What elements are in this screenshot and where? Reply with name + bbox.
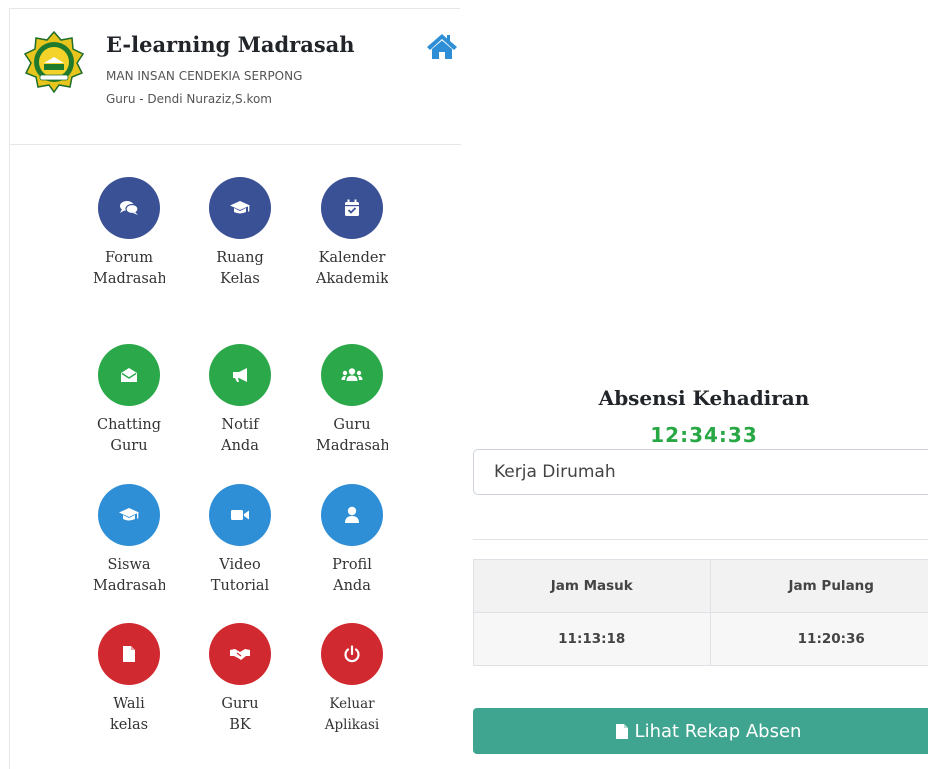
divider xyxy=(473,539,928,540)
header-jam-masuk: Jam Masuk xyxy=(473,559,711,613)
menu-guru-bk-circle xyxy=(209,623,271,685)
table-header-row: Jam Masuk Jam Pulang xyxy=(473,559,928,613)
power-off-icon xyxy=(344,645,360,663)
menu-chatting-label: Chatting Guru xyxy=(97,417,161,454)
work-mode-select[interactable]: Kerja Dirumah xyxy=(473,449,928,495)
menu-wali-kelas[interactable]: Wali kelas xyxy=(89,623,169,736)
menu-kalender-akademik[interactable]: Kalender Akademik xyxy=(312,177,392,290)
sidebar-header: E-learning Madrasah MAN INSAN CENDEKIA S… xyxy=(10,9,461,145)
menu-siswa-circle xyxy=(98,484,160,546)
calendar-check-icon xyxy=(345,199,359,216)
sidebar: E-learning Madrasah MAN INSAN CENDEKIA S… xyxy=(9,8,461,769)
jam-masuk-value: 11:13:18 xyxy=(473,612,711,666)
menu-video-label: Video Tutorial xyxy=(210,557,270,594)
menu-video-circle xyxy=(209,484,271,546)
menu-guru-bk-label: Guru BK xyxy=(221,696,259,733)
menu-notif-anda[interactable]: Notif Anda xyxy=(200,344,280,457)
menu-ruang-kelas[interactable]: Ruang Kelas xyxy=(200,177,280,290)
menu-forum-circle xyxy=(98,177,160,239)
lihat-rekap-absen-button[interactable]: Lihat Rekap Absen xyxy=(473,708,928,754)
menu-video-tutorial[interactable]: Video Tutorial xyxy=(200,484,280,597)
menu-profil-anda[interactable]: Profil Anda xyxy=(312,484,392,597)
menu-chatting-guru[interactable]: Chatting Guru xyxy=(89,344,169,457)
rekap-button-label: Lihat Rekap Absen xyxy=(634,720,802,742)
file-icon xyxy=(615,723,628,739)
menu-kalender-label: Kalender Akademik xyxy=(316,250,388,287)
menu-kalender-circle xyxy=(321,177,383,239)
madrasah-logo xyxy=(24,31,84,93)
menu-forum-label: Forum Madrasah xyxy=(93,250,165,287)
menu-keluar-label: Keluar Aplikasi xyxy=(324,696,380,733)
comments-icon xyxy=(120,201,139,215)
jam-pulang-value: 11:20:36 xyxy=(709,612,928,666)
file-icon xyxy=(123,646,135,662)
menu-notif-label: Notif Anda xyxy=(221,417,259,454)
app-title: E-learning Madrasah xyxy=(106,32,355,57)
menu-guru-madrasah[interactable]: Guru Madrasah xyxy=(312,344,392,457)
attendance-title: Absensi Kehadiran xyxy=(598,386,810,410)
menu-siswa-label: Siswa Madrasah xyxy=(93,557,165,594)
menu-siswa-madrasah[interactable]: Siswa Madrasah xyxy=(89,484,169,597)
menu-guru-madrasah-label: Guru Madrasah xyxy=(316,417,388,454)
attendance-panel: Absensi Kehadiran 12:34:33 Kerja Dirumah… xyxy=(473,380,928,769)
envelope-open-icon xyxy=(121,368,137,382)
menu-ruang-kelas-label: Ruang Kelas xyxy=(216,250,264,287)
menu-forum-madrasah[interactable]: Forum Madrasah xyxy=(89,177,169,290)
menu-guru-madrasah-circle xyxy=(321,344,383,406)
users-icon xyxy=(341,368,363,381)
attendance-table: Jam Masuk Jam Pulang 11:13:18 11:20:36 xyxy=(473,559,928,666)
menu-ruang-kelas-circle xyxy=(209,177,271,239)
menu-keluar-aplikasi[interactable]: Keluar Aplikasi xyxy=(312,623,392,736)
menu-wali-kelas-circle xyxy=(98,623,160,685)
handshake-icon xyxy=(230,649,250,660)
menu-wali-kelas-label: Wali kelas xyxy=(109,696,149,733)
live-clock: 12:34:33 xyxy=(650,423,758,447)
user-role-name: Guru - Dendi Nuraziz,S.kom xyxy=(106,92,272,106)
school-name: MAN INSAN CENDEKIA SERPONG xyxy=(106,69,303,83)
menu-profil-circle xyxy=(321,484,383,546)
menu-notif-circle xyxy=(209,344,271,406)
menu-guru-bk[interactable]: Guru BK xyxy=(200,623,280,736)
home-icon[interactable] xyxy=(425,31,459,61)
video-icon xyxy=(231,510,249,520)
graduation-cap-icon xyxy=(119,508,139,521)
graduation-cap-icon xyxy=(230,201,250,214)
menu-profil-label: Profil Anda xyxy=(332,557,372,594)
bullhorn-icon xyxy=(233,368,247,382)
user-icon xyxy=(345,506,359,523)
menu-chatting-circle xyxy=(98,344,160,406)
menu-keluar-circle xyxy=(321,623,383,685)
header-jam-pulang: Jam Pulang xyxy=(709,559,928,613)
table-row: 11:13:18 11:20:36 xyxy=(473,612,928,666)
